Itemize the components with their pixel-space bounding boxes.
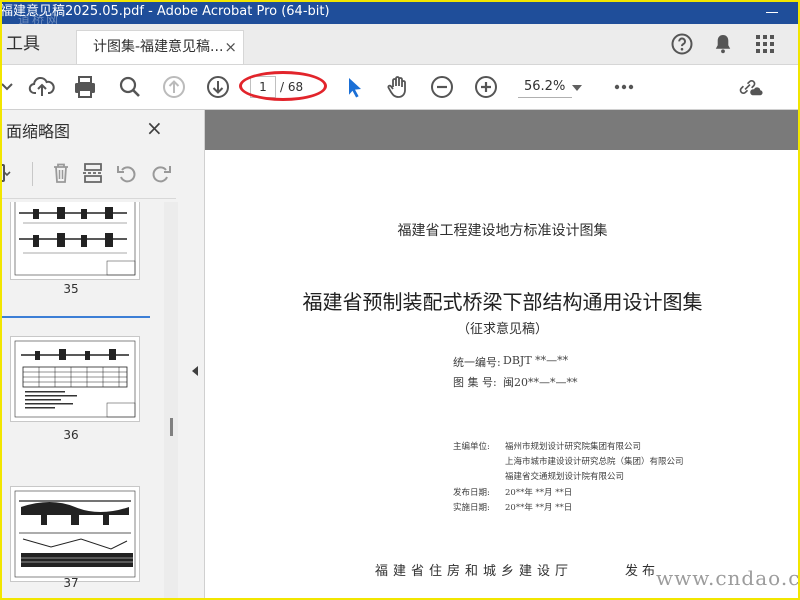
- unified-number-label: 统一编号:: [453, 356, 501, 369]
- chevron-down-icon: [572, 85, 582, 91]
- panel-title: 面缩略图: [6, 122, 71, 141]
- notification-bell-icon[interactable]: [711, 32, 735, 56]
- publisher: 福建省住房和城乡建设厅: [375, 564, 574, 579]
- main-toolbar: / 68 56.2%: [0, 65, 800, 110]
- release-date-label: 发布日期:: [453, 488, 490, 498]
- unified-number-value: DBJT **—**: [503, 354, 569, 367]
- subtitle: （征求意见稿）: [456, 322, 548, 337]
- publish-word: 发布: [625, 564, 660, 579]
- release-date-value: 20**年 **月 **日: [505, 488, 573, 498]
- tab-document[interactable]: 计图集-福建意见稿... ×: [76, 30, 244, 64]
- close-panel-icon[interactable]: ×: [146, 116, 163, 140]
- zoom-in-icon[interactable]: [472, 73, 500, 101]
- extract-pages-icon[interactable]: [80, 160, 106, 186]
- next-page-icon[interactable]: [204, 73, 232, 101]
- editor-label: 主编单位:: [453, 442, 490, 452]
- thumbnail-options-icon[interactable]: [0, 160, 12, 186]
- hand-tool-icon[interactable]: [384, 73, 412, 101]
- minimize-button[interactable]: [758, 0, 788, 24]
- more-options-icon[interactable]: [610, 73, 638, 101]
- editor-unit: 上海市城市建设设计研究总院（集团）有限公司: [505, 457, 684, 467]
- thumbnail-page-number: 37: [63, 576, 79, 590]
- thumbnails-panel: 面缩略图 × 35 36 37: [0, 110, 187, 600]
- apps-grid-icon[interactable]: [753, 32, 777, 56]
- select-cursor-icon[interactable]: [341, 73, 369, 101]
- zoom-level-value: 56.2%: [524, 79, 566, 94]
- atlas-number-label: 图 集 号:: [453, 376, 497, 389]
- search-icon[interactable]: [116, 73, 144, 101]
- site-watermark: www.cndao.com: [656, 566, 800, 590]
- zoom-underline: [518, 97, 572, 98]
- thumbnail-page-number: 35: [63, 282, 79, 296]
- toolbar-separator: [32, 162, 33, 186]
- thumbnail-page[interactable]: [10, 202, 140, 280]
- collapse-chevron-icon[interactable]: [0, 73, 13, 101]
- atlas-number-value: 闽20**—*—**: [503, 376, 578, 389]
- panel-collapse-handle[interactable]: [186, 110, 205, 600]
- print-icon[interactable]: [71, 73, 99, 101]
- previous-page-icon[interactable]: [160, 73, 188, 101]
- zoom-out-icon[interactable]: [428, 73, 456, 101]
- thumbnail-page[interactable]: [10, 336, 140, 422]
- page-total: / 68: [280, 80, 304, 94]
- share-link-cloud-icon[interactable]: [736, 73, 770, 101]
- rotate-left-icon[interactable]: [114, 160, 140, 186]
- title-bar: 福建意见稿2025.05.pdf - Adobe Acrobat Pro (64…: [0, 0, 800, 27]
- document-page: 福建省工程建设地方标准设计图集 福建省预制装配式桥梁下部结构通用设计图集 （征求…: [205, 150, 800, 598]
- page-number-input[interactable]: [250, 76, 276, 98]
- series-title: 福建省工程建设地方标准设计图集: [397, 223, 608, 239]
- selection-indicator: [0, 316, 150, 318]
- panel-toolbar: [0, 154, 186, 190]
- tab-document-label: 计图集-福建意见稿...: [93, 39, 224, 55]
- page-number-box: / 68: [246, 76, 316, 98]
- thumbnail-page[interactable]: [10, 486, 140, 582]
- tab-bar: 工具 计图集-福建意见稿... ×: [0, 24, 800, 65]
- help-icon[interactable]: [670, 32, 694, 56]
- panel-divider: [0, 198, 176, 199]
- tab-close-icon[interactable]: ×: [224, 31, 237, 64]
- thumbnail-scrollbar[interactable]: [164, 202, 178, 600]
- implement-date-label: 实施日期:: [453, 503, 490, 513]
- editor-unit: 福建省交通规划设计院有限公司: [505, 472, 625, 482]
- rotate-right-icon[interactable]: [148, 160, 174, 186]
- delete-page-icon[interactable]: [48, 160, 74, 186]
- zoom-level-dropdown[interactable]: 56.2%: [514, 76, 590, 98]
- main-title: 福建省预制装配式桥梁下部结构通用设计图集: [302, 290, 703, 314]
- tab-tools[interactable]: 工具: [0, 24, 40, 64]
- document-viewport[interactable]: 福建省工程建设地方标准设计图集 福建省预制装配式桥梁下部结构通用设计图集 （征求…: [205, 110, 800, 600]
- thumbnail-page-number: 36: [63, 428, 79, 442]
- cloud-upload-icon[interactable]: [28, 73, 56, 101]
- editor-unit: 福州市规划设计研究院集团有限公司: [505, 442, 642, 452]
- thumbnail-list: 35 36 37: [0, 202, 164, 600]
- scrollbar-thumb[interactable]: [170, 418, 173, 436]
- implement-date-value: 20**年 **月 **日: [505, 503, 573, 513]
- collapse-arrow-icon: [192, 366, 198, 376]
